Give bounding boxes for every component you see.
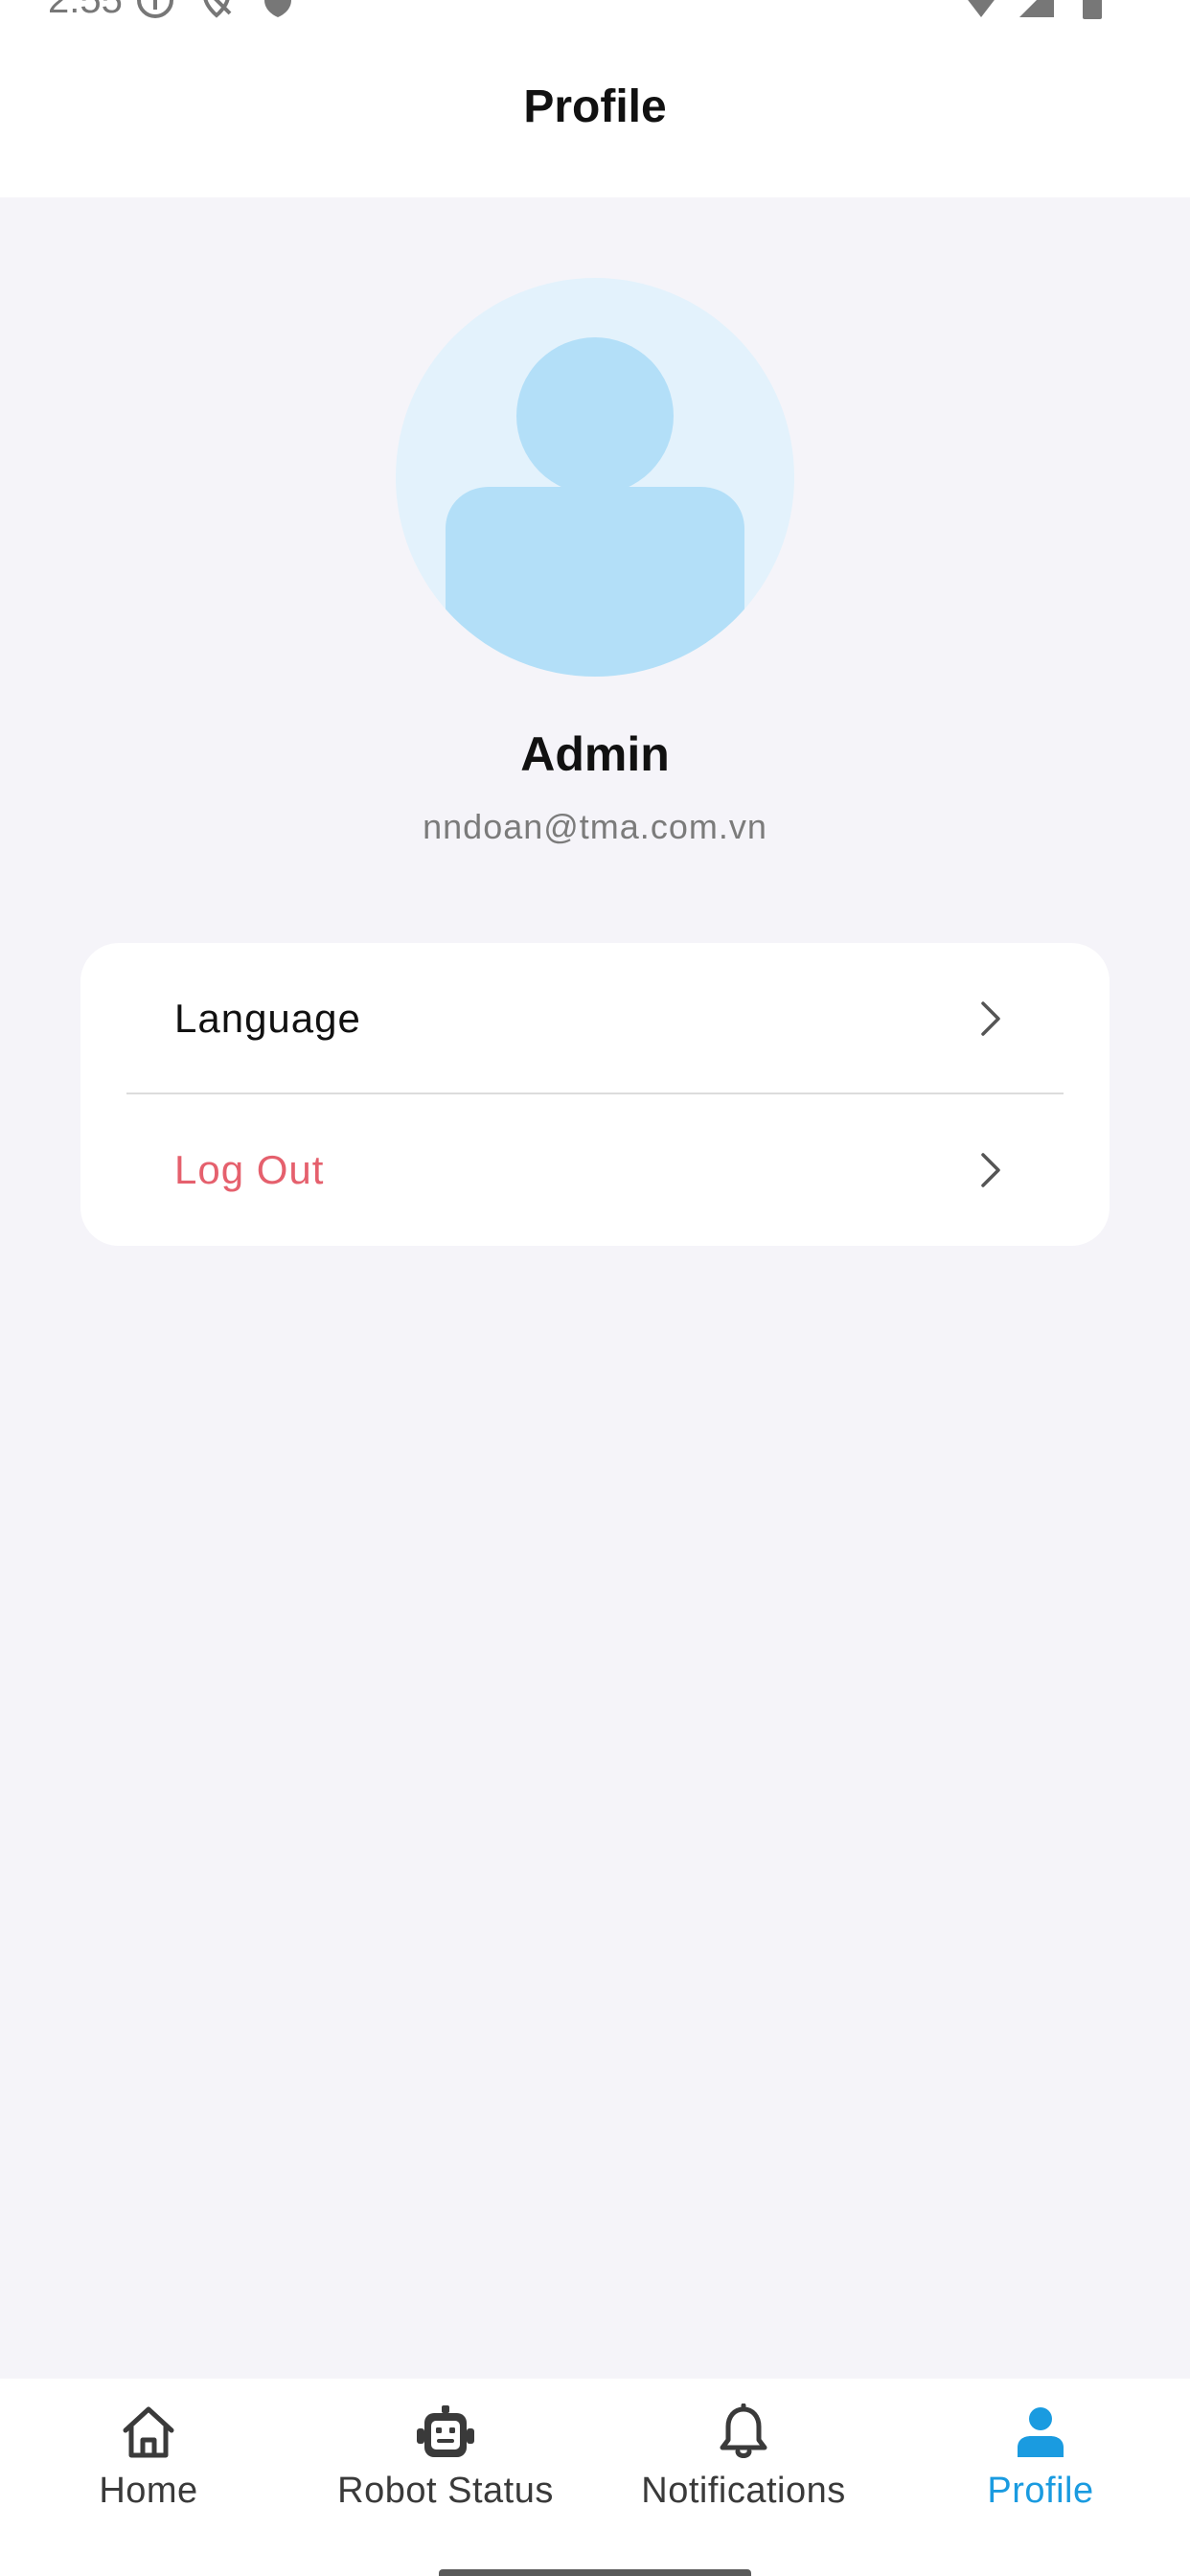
nav-item-robot-status[interactable]: Robot Status [297, 2379, 594, 2542]
language-row[interactable]: Language [80, 943, 1110, 1094]
info-icon [134, 0, 176, 21]
logout-row[interactable]: Log Out [80, 1094, 1110, 1246]
avatar [396, 278, 794, 677]
page-title: Profile [523, 80, 667, 132]
home-icon [118, 2402, 179, 2463]
bottom-nav: Home Robot Status Notifications Profile [0, 2379, 1190, 2576]
location-off-icon [195, 0, 238, 21]
user-email: nndoan@tma.com.vn [423, 807, 767, 846]
status-bar: 2:55 [0, 0, 1190, 23]
settings-card: Language Log Out [80, 943, 1110, 1246]
nav-label-home: Home [99, 2471, 198, 2511]
logout-label: Log Out [174, 1147, 325, 1192]
nav-item-home[interactable]: Home [0, 2379, 297, 2542]
app-header: Profile [0, 23, 1190, 197]
nav-item-notifications[interactable]: Notifications [595, 2379, 892, 2542]
wifi-icon [960, 0, 1002, 21]
status-left-icons [134, 0, 299, 21]
chevron-right-icon [972, 1151, 1010, 1189]
robot-icon [415, 2402, 476, 2463]
nav-label-notifications: Notifications [641, 2471, 846, 2511]
nav-item-profile[interactable]: Profile [892, 2379, 1189, 2542]
nav-label-profile: Profile [987, 2471, 1094, 2511]
home-indicator [439, 2569, 751, 2576]
battery-icon [1071, 0, 1113, 21]
status-time: 2:55 [48, 0, 123, 21]
person-icon [1010, 2402, 1071, 2463]
profile-screen: 2:55 Profile Admin nndoan@tma.com.vn Lan… [0, 0, 1190, 2576]
bell-icon [713, 2402, 774, 2463]
status-right-icons [960, 0, 1113, 21]
chevron-right-icon [972, 1000, 1010, 1038]
nav-label-robot-status: Robot Status [337, 2471, 554, 2511]
default-person-avatar-icon [446, 337, 744, 677]
language-label: Language [174, 996, 361, 1041]
user-name: Admin [520, 727, 670, 781]
cellular-icon [1016, 0, 1058, 21]
shield-icon [257, 0, 299, 21]
